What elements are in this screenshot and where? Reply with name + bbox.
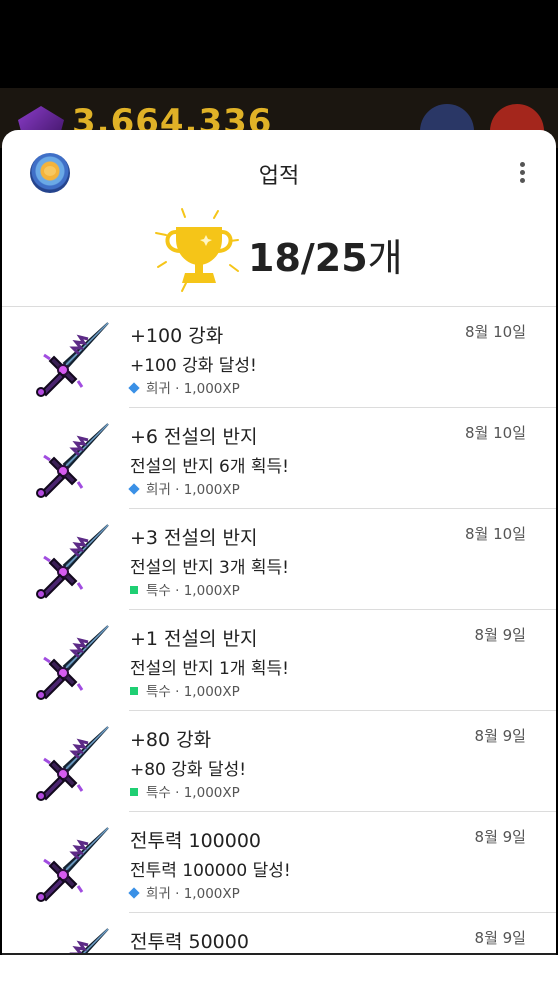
more-options-icon[interactable]: [520, 162, 526, 186]
xp-label: 1,000XP: [183, 482, 240, 498]
achievements-sheet: 업적 18/25개 +100 강화 8월 10일 +100 강화 달성! 희귀 …: [2, 130, 556, 955]
achievement-title: 전투력 100000: [130, 830, 262, 852]
achievement-item[interactable]: 전투력 100000 8월 9일 전투력 100000 달성! 희귀 · 1,0…: [2, 812, 556, 913]
achievement-description: 전설의 반지 3개 획득!: [130, 558, 289, 578]
sword-icon: [36, 726, 109, 801]
achievement-item[interactable]: +3 전설의 반지 8월 10일 전설의 반지 3개 획득! 특수 · 1,00…: [2, 509, 556, 610]
achievement-description: +80 강화 달성!: [130, 760, 247, 780]
achievement-date: 8월 9일: [474, 828, 526, 846]
rarity-label: 희귀: [146, 381, 171, 397]
achievement-meta: 특수 · 1,000XP: [130, 680, 240, 700]
square-icon: [130, 788, 138, 796]
achievements-header: 업적 18/25개: [2, 130, 556, 307]
achievement-date: 8월 9일: [474, 727, 526, 745]
achievement-reward: 희귀 · 1,000XP: [146, 482, 240, 498]
achievement-item[interactable]: +100 강화 8월 10일 +100 강화 달성! 희귀 · 1,000XP: [2, 307, 556, 408]
square-icon: [130, 586, 138, 594]
achievement-list: +100 강화 8월 10일 +100 강화 달성! 희귀 · 1,000XP …: [2, 307, 556, 953]
achievement-title: +80 강화: [130, 729, 212, 751]
achievement-date: 8월 9일: [474, 929, 526, 947]
achievement-item[interactable]: +80 강화 8월 9일 +80 강화 달성! 특수 · 1,000XP: [2, 711, 556, 812]
achievement-date: 8월 9일: [474, 626, 526, 644]
achievement-date: 8월 10일: [465, 323, 526, 341]
xp-label: 1,000XP: [183, 886, 240, 902]
achievement-description: +100 강화 달성!: [130, 356, 257, 376]
sword-icon: [69, 928, 109, 953]
achievement-title: +100 강화: [130, 325, 224, 347]
achievement-meta: 희귀 · 1,000XP: [128, 377, 240, 397]
achievement-reward: 희귀 · 1,000XP: [146, 381, 240, 397]
achievement-item[interactable]: 전투력 50000 8월 9일: [2, 913, 556, 953]
bottom-strip: [0, 955, 558, 987]
sword-icon: [36, 322, 109, 397]
achievement-title: +1 전설의 반지: [130, 628, 258, 650]
achievement-description: 전투력 100000 달성!: [130, 861, 291, 881]
achievement-meta: 특수 · 1,000XP: [130, 781, 240, 801]
sword-icon: [36, 524, 109, 599]
rarity-label: 특수: [146, 583, 171, 599]
achievement-meta: 희귀 · 1,000XP: [128, 478, 240, 498]
trophy-icon: [155, 208, 239, 292]
sword-icon: [36, 423, 109, 498]
achievement-title: +6 전설의 반지: [130, 426, 258, 448]
xp-label: 1,000XP: [183, 684, 240, 700]
achievement-date: 8월 10일: [465, 525, 526, 543]
achievement-reward: 특수 · 1,000XP: [146, 684, 240, 700]
rarity-label: 특수: [146, 785, 171, 801]
diamond-icon: [128, 887, 140, 899]
achievement-description: 전설의 반지 1개 획득!: [130, 659, 289, 679]
sword-icon: [36, 827, 109, 902]
sword-icon: [36, 625, 109, 700]
achievement-count: 18/25개: [248, 236, 403, 280]
achievement-reward: 특수 · 1,000XP: [146, 583, 240, 599]
achievement-summary: 18/25개: [2, 205, 556, 295]
achievement-reward: 희귀 · 1,000XP: [146, 886, 240, 902]
achievement-date: 8월 10일: [465, 424, 526, 442]
xp-label: 1,000XP: [183, 785, 240, 801]
xp-label: 1,000XP: [183, 583, 240, 599]
achievement-description: 전설의 반지 6개 획득!: [130, 457, 289, 477]
rarity-label: 희귀: [146, 482, 171, 498]
rarity-label: 특수: [146, 684, 171, 700]
square-icon: [130, 687, 138, 695]
xp-label: 1,000XP: [183, 381, 240, 397]
achievement-meta: 희귀 · 1,000XP: [128, 882, 240, 902]
achievement-title: +3 전설의 반지: [130, 527, 258, 549]
achievement-item[interactable]: +1 전설의 반지 8월 9일 전설의 반지 1개 획득! 특수 · 1,000…: [2, 610, 556, 711]
achievement-item[interactable]: +6 전설의 반지 8월 10일 전설의 반지 6개 획득! 희귀 · 1,00…: [2, 408, 556, 509]
diamond-icon: [128, 483, 140, 495]
page-title: 업적: [258, 164, 300, 189]
achievement-reward: 특수 · 1,000XP: [146, 785, 240, 801]
achievement-meta: 특수 · 1,000XP: [130, 579, 240, 599]
rarity-label: 희귀: [146, 886, 171, 902]
diamond-icon: [128, 382, 140, 394]
achievement-title: 전투력 50000: [130, 931, 249, 953]
